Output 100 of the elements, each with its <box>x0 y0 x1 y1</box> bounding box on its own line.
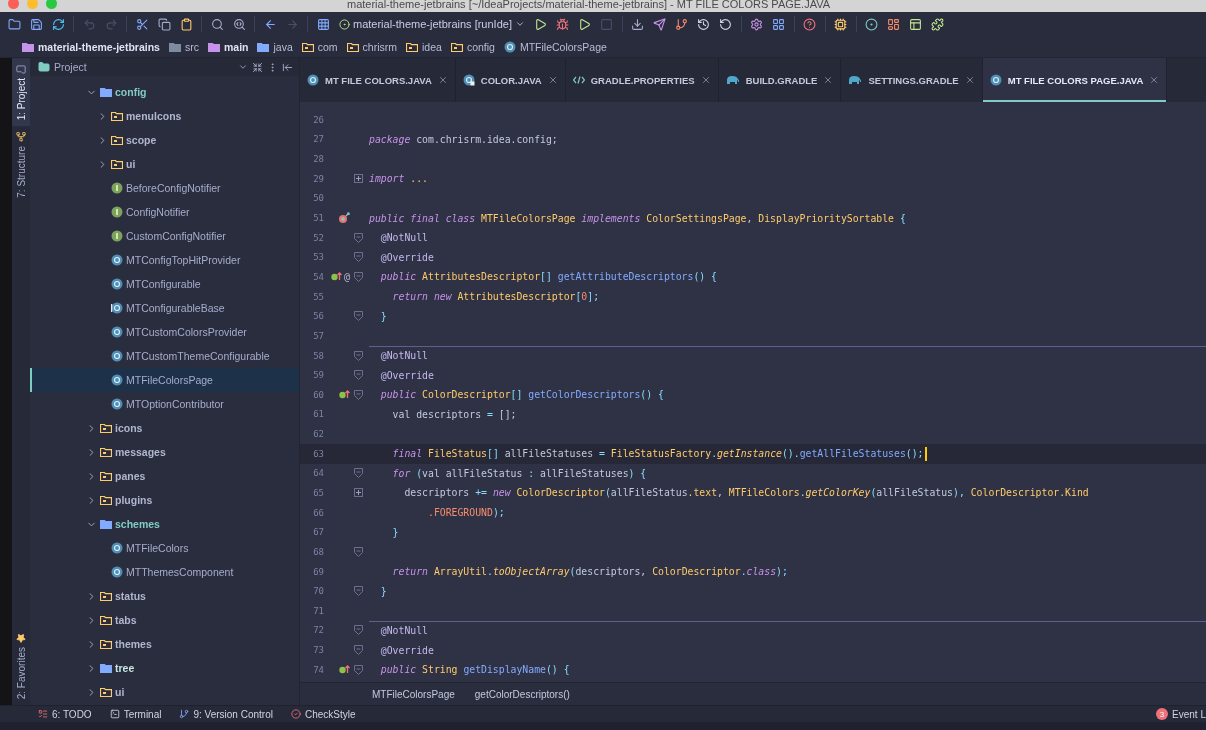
tree-item[interactable]: MTCustomColorsProvider <box>30 320 299 344</box>
line-number: 27 <box>312 134 324 145</box>
collapse-fold-icon[interactable] <box>354 468 363 479</box>
collapse-fold-icon[interactable] <box>354 645 363 656</box>
close-icon[interactable] <box>700 75 711 85</box>
breadcrumb-label: main <box>223 40 249 53</box>
line-number: 61 <box>312 409 324 420</box>
hide-panel-icon[interactable] <box>282 61 293 73</box>
breadcrumb-item[interactable]: chrisrm <box>342 40 402 53</box>
breadcrumb-item[interactable]: java <box>253 40 298 53</box>
tree-item[interactable]: MTConfigTopHitProvider <box>30 248 299 272</box>
expand-fold-icon[interactable] <box>354 488 363 498</box>
collapse-fold-icon[interactable] <box>354 350 363 361</box>
check-circle-icon <box>290 709 301 719</box>
editor-tab[interactable]: BUILD.GRADLE <box>718 58 842 102</box>
breadcrumb-label: config <box>466 40 495 53</box>
breadcrumb-item[interactable]: src <box>164 40 204 53</box>
tree-item[interactable]: status <box>30 584 299 608</box>
item-label: MTConfigTopHitProvider <box>126 254 241 266</box>
tree-item[interactable]: scope <box>30 128 299 152</box>
code-line: public ColorDescriptor[] getColorDescriptors() { <box>379 389 664 401</box>
tree-item[interactable]: icons <box>30 416 299 440</box>
breadcrumb-item[interactable]: MTFileColorsPage <box>372 688 455 700</box>
class-link-icon[interactable] <box>338 212 350 224</box>
collapse-fold-icon[interactable] <box>354 271 363 282</box>
implements-arrow-icon[interactable] <box>330 272 342 282</box>
collapse-fold-icon[interactable] <box>354 586 363 597</box>
tree-item[interactable]: tabs <box>30 608 299 632</box>
close-icon[interactable] <box>823 75 834 85</box>
editor-tab[interactable]: SETTINGS.GRADLE <box>841 58 983 102</box>
close-window-button[interactable] <box>8 0 19 9</box>
module-folder-icon <box>22 41 34 52</box>
collapse-fold-icon[interactable] <box>354 625 363 636</box>
collapse-fold-icon[interactable] <box>354 546 363 557</box>
editor-tab[interactable]: MT FILE COLORS PAGE.JAVA <box>982 58 1168 102</box>
breadcrumb-item[interactable]: idea <box>402 40 447 53</box>
tree-item[interactable]: MTFileColors <box>30 536 299 560</box>
tree-item[interactable]: MTOptionContributor <box>30 392 299 416</box>
breadcrumb-item[interactable]: MTFileColorsPage <box>499 40 612 53</box>
run-configuration-dropdown[interactable]: material-theme-jetbrains [runIde] <box>335 14 529 34</box>
breadcrumb-item[interactable]: config <box>446 40 500 53</box>
scissors-icon <box>135 17 149 31</box>
collapse-fold-icon[interactable] <box>354 232 363 243</box>
tree-item[interactable]: MTConfigurable <box>30 272 299 296</box>
line-number: 60 <box>312 389 324 400</box>
tool-window-button[interactable]: CheckStyle <box>290 708 356 720</box>
editor-tab[interactable]: MT FILE COLORS.JAVA <box>300 58 456 102</box>
item-label: BeforeConfigNotifier <box>126 182 221 194</box>
tool-window-button[interactable]: Terminal <box>109 708 162 720</box>
collapse-fold-icon[interactable] <box>354 252 363 263</box>
breadcrumb-item[interactable]: material-theme-jetbrains <box>18 40 165 53</box>
tree-item[interactable]: plugins <box>30 488 299 512</box>
breadcrumb-item[interactable]: getColorDescriptors() <box>474 688 570 700</box>
tool-window-button[interactable]: 6: TODO <box>38 708 92 720</box>
collapse-fold-icon[interactable] <box>354 664 363 675</box>
dropdown-caret-icon[interactable] <box>238 62 248 72</box>
tree-item[interactable]: messages <box>30 440 299 464</box>
tree-item[interactable]: ui <box>30 152 299 176</box>
close-icon[interactable] <box>1149 75 1160 85</box>
tool-window-tab[interactable]: 2: Favorites <box>12 626 30 705</box>
tree-item[interactable]: panes <box>30 464 299 488</box>
implements-arrow-icon[interactable] <box>339 665 350 675</box>
annotation-marker[interactable]: @ <box>343 271 350 283</box>
close-icon[interactable] <box>437 75 448 85</box>
tree-item[interactable]: ConfigNotifier <box>30 200 299 224</box>
collapse-fold-icon[interactable] <box>354 389 363 400</box>
code-line: } <box>391 526 399 538</box>
implements-arrow-icon[interactable] <box>339 390 350 400</box>
tree-item[interactable]: MTCustomThemeConfigurable <box>30 344 299 368</box>
item-label: schemes <box>115 518 160 530</box>
bug-icon <box>556 17 570 31</box>
item-label: CustomConfigNotifier <box>126 230 226 242</box>
close-icon[interactable] <box>964 75 975 85</box>
tree-item[interactable]: MTFileColorsPage <box>30 368 299 392</box>
class-icon <box>503 40 516 53</box>
tree-item[interactable]: tree <box>30 656 299 680</box>
tree-item[interactable]: menuIcons <box>30 104 299 128</box>
breadcrumb-item[interactable]: com <box>297 40 343 53</box>
tool-window-tab[interactable]: 7: Structure <box>12 126 30 204</box>
tool-window-tab[interactable]: 1: Project <box>12 58 30 127</box>
event-log-button[interactable]: 3 Event L <box>1156 708 1206 720</box>
tree-item[interactable]: schemes <box>30 512 299 536</box>
breadcrumb-item[interactable]: main <box>203 40 254 53</box>
tab-label: MT FILE COLORS.JAVA <box>325 74 432 86</box>
class-icon <box>111 254 123 266</box>
tree-item[interactable]: config <box>30 80 299 104</box>
close-icon[interactable] <box>547 75 558 85</box>
tree-item[interactable]: CustomConfigNotifier <box>30 224 299 248</box>
tree-item[interactable]: MTThemesComponent <box>30 560 299 584</box>
tree-item[interactable]: themes <box>30 632 299 656</box>
tree-item[interactable]: BeforeConfigNotifier <box>30 176 299 200</box>
editor-tab[interactable]: GRADLE.PROPERTIES <box>565 58 719 102</box>
editor-tab[interactable]: COLOR.JAVA <box>455 58 566 102</box>
collapse-all-icon[interactable] <box>252 61 263 73</box>
expand-fold-icon[interactable] <box>354 174 363 184</box>
collapse-fold-icon[interactable] <box>354 370 363 381</box>
item-label: MTConfigurableBase <box>126 302 225 314</box>
collapse-fold-icon[interactable] <box>354 311 363 322</box>
tree-item[interactable]: ui <box>30 680 299 704</box>
tree-item[interactable]: MTConfigurableBase <box>30 296 299 320</box>
